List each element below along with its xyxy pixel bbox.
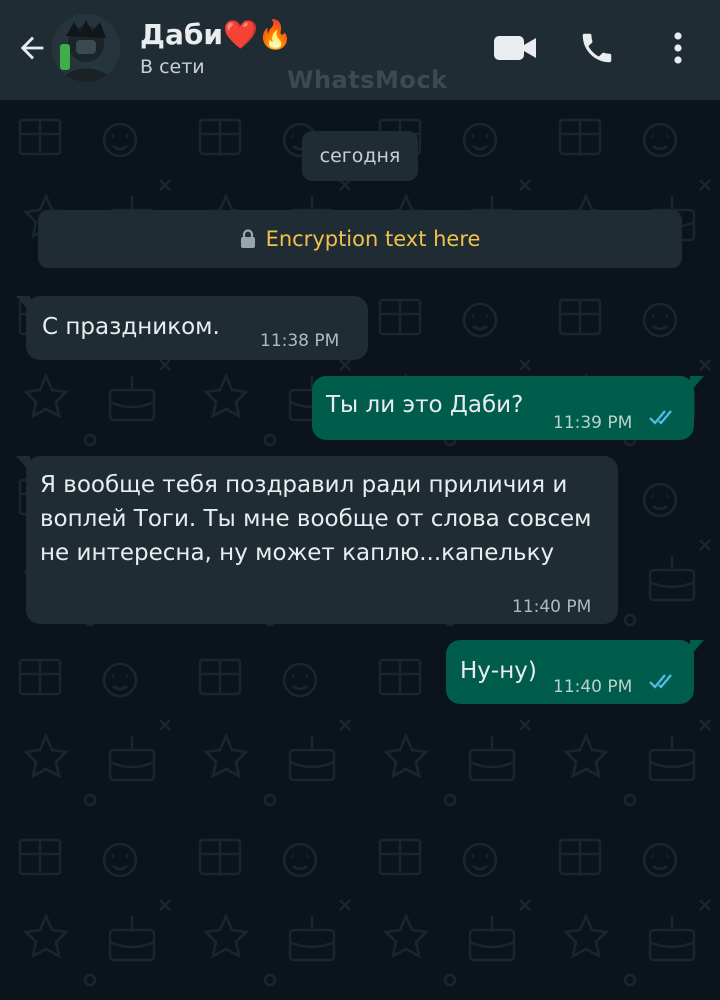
message-text: Я вообще тебя поздравил ради приличия и …: [40, 472, 592, 566]
message-incoming[interactable]: С праздником. 11:38 PM: [16, 296, 368, 360]
contact-status: В сети: [140, 56, 205, 78]
voice-call-button[interactable]: [574, 26, 620, 70]
message-outgoing[interactable]: Ну-ну) 11:40 PM: [446, 640, 704, 704]
phone-icon: [582, 33, 612, 63]
back-button[interactable]: [12, 28, 52, 68]
message-text: С праздником.: [42, 314, 220, 340]
arrow-left-icon: [20, 36, 44, 60]
chat-area[interactable]: сегодня Encryption text here С празднико…: [0, 100, 720, 1000]
lock-icon: [240, 229, 255, 248]
message-time: 11:40 PM: [512, 597, 592, 617]
message-time: 11:39 PM: [553, 413, 633, 433]
double-check-icon: [649, 674, 672, 689]
message-time: 11:38 PM: [260, 331, 340, 351]
video-camera-icon: [494, 36, 536, 60]
message-time: 11:40 PM: [553, 677, 633, 697]
contact-name[interactable]: Даби❤️🔥: [140, 18, 293, 51]
encryption-text: Encryption text here: [265, 227, 481, 251]
avatar[interactable]: [52, 14, 120, 82]
message-outgoing[interactable]: Ты ли это Даби? 11:39 PM: [312, 376, 704, 440]
encryption-notice[interactable]: Encryption text here: [38, 210, 682, 268]
message-incoming[interactable]: Я вообще тебя поздравил ради приличия и …: [16, 456, 618, 624]
video-call-button[interactable]: [490, 26, 540, 70]
menu-button[interactable]: [660, 26, 696, 70]
more-vertical-icon: [674, 32, 682, 64]
message-text: Ты ли это Даби?: [326, 392, 524, 418]
message-text: Ну-ну): [460, 658, 537, 684]
double-check-icon: [649, 410, 672, 425]
chat-header: Даби❤️🔥 В сети WhatsMock: [0, 0, 720, 100]
watermark: WhatsMock: [287, 66, 448, 94]
date-chip: сегодня: [302, 131, 418, 181]
